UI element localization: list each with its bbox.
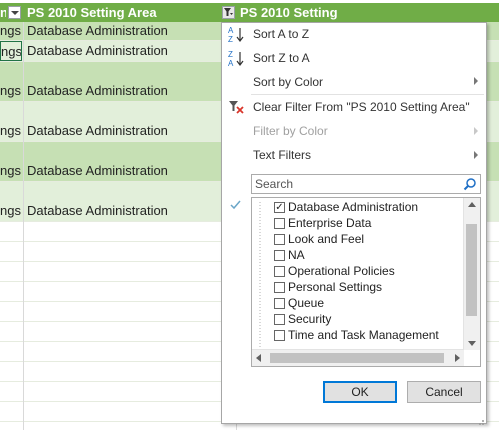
list-item-label: Security (288, 312, 332, 326)
list-item-label: Database Administration (288, 200, 419, 214)
scroll-down-icon[interactable] (468, 341, 476, 346)
vertical-scrollbar[interactable] (463, 198, 480, 350)
table-cell[interactable]: Database Administration (27, 41, 221, 61)
svg-text:Z: Z (228, 35, 233, 44)
submenu-arrow-icon (474, 151, 478, 159)
submenu-arrow-icon (474, 127, 478, 135)
sort-descending-icon: Z A (226, 49, 248, 69)
table-cell[interactable]: Database Administration (27, 22, 221, 40)
table-cell[interactable]: ngs (0, 203, 22, 218)
table-cell[interactable]: ngs (0, 123, 22, 138)
chevron-down-icon (11, 11, 19, 15)
table-cell[interactable]: ngs (0, 83, 22, 98)
svg-text:A: A (228, 26, 234, 35)
autofilter-menu: A Z Sort A to Z Z A Sort Z to A Sort by … (221, 22, 487, 425)
table-cell[interactable]: ngs (0, 163, 22, 178)
checkbox[interactable] (274, 218, 285, 229)
checkmark-icon (226, 195, 248, 215)
checkbox[interactable] (274, 266, 285, 277)
checkbox-checked[interactable]: ✓ (274, 202, 285, 213)
filter-dropdown-button[interactable] (8, 6, 21, 19)
list-item-label: Operational Policies (288, 264, 395, 278)
column-header-setting-label: PS 2010 Setting (240, 5, 338, 20)
column-header-setting-area-label: PS 2010 Setting Area (27, 5, 157, 20)
table-cell[interactable]: Database Administration (27, 123, 221, 138)
table-cell[interactable]: Database Administration (27, 163, 221, 178)
list-item-label: Personal Settings (288, 280, 383, 294)
scroll-left-icon[interactable] (256, 354, 261, 362)
svg-text:A: A (228, 59, 234, 68)
table-cell[interactable]: ngs (0, 22, 22, 40)
list-item-label: NA (288, 248, 305, 262)
text-filters[interactable]: Text Filters (253, 148, 311, 162)
table-cell[interactable]: Database Administration (27, 83, 221, 98)
column-header-partial[interactable]: ngs (0, 3, 6, 22)
list-item-label: Enterprise Data (288, 216, 372, 230)
scroll-right-icon[interactable] (455, 354, 460, 362)
search-input[interactable]: Search (255, 177, 293, 191)
sort-a-to-z[interactable]: Sort A to Z (253, 27, 309, 41)
list-item-label: Queue (288, 296, 325, 310)
search-box[interactable]: Search (251, 174, 481, 194)
cancel-button[interactable]: Cancel (407, 381, 481, 403)
list-item-label: Look and Feel (288, 232, 365, 246)
filter-icon (224, 8, 233, 16)
filter-active-button[interactable] (222, 6, 235, 19)
checkbox[interactable] (274, 234, 285, 245)
active-cell[interactable]: ngs (0, 41, 22, 61)
list-item-label: Time and Task Management (288, 328, 439, 342)
column-header-setting-area[interactable]: PS 2010 Setting Area (27, 3, 217, 22)
checkbox[interactable] (274, 298, 285, 309)
column-header-partial-label: ngs (0, 5, 6, 20)
resize-grip-icon[interactable] (476, 413, 485, 425)
table-header-row: ngs PS 2010 Setting Area PS 2010 Setting (0, 3, 499, 22)
scrollbar-thumb[interactable] (466, 224, 477, 316)
ok-button[interactable]: OK (323, 381, 397, 403)
grid-line (23, 22, 24, 430)
clear-filter[interactable]: Clear Filter From "PS 2010 Setting Area" (253, 100, 470, 114)
column-header-setting[interactable]: PS 2010 Setting (240, 3, 490, 22)
sort-ascending-icon: A Z (226, 25, 248, 45)
checkbox[interactable] (274, 282, 285, 293)
filter-values-list: ✓ Database Administration Enterprise Data… (251, 197, 481, 367)
filter-by-color: Filter by Color (253, 124, 328, 138)
table-cell[interactable]: Database Administration (27, 203, 221, 218)
submenu-arrow-icon (474, 77, 478, 85)
menu-divider (251, 94, 484, 95)
scroll-up-icon[interactable] (468, 202, 476, 207)
scrollbar-thumb[interactable] (270, 353, 444, 363)
tree-connector (259, 202, 261, 358)
checkbox[interactable] (274, 314, 285, 325)
sort-z-to-a[interactable]: Sort Z to A (253, 51, 310, 65)
clear-filter-icon (226, 97, 248, 117)
search-icon (463, 178, 476, 191)
checkbox[interactable] (274, 330, 285, 341)
svg-text:Z: Z (228, 50, 233, 59)
sort-by-color[interactable]: Sort by Color (253, 75, 323, 89)
checkbox[interactable] (274, 250, 285, 261)
horizontal-scrollbar[interactable] (252, 349, 464, 366)
